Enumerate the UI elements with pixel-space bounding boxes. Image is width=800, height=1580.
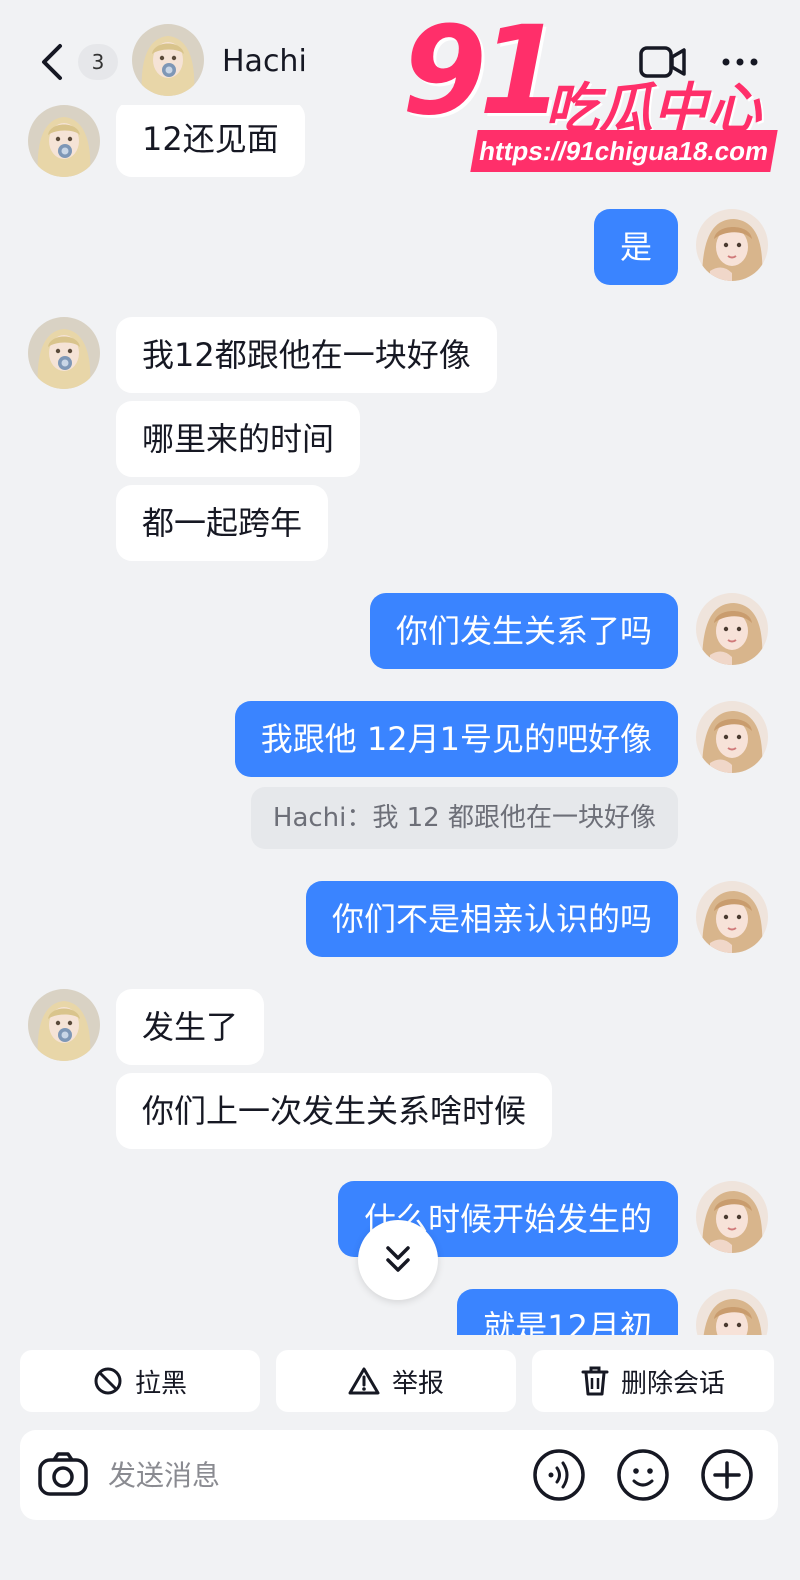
message-list[interactable]: 12还见面 是 我12都跟他在一块好像 哪里来的时间 都一起跨年 你们发生关系了… — [0, 105, 800, 1335]
incoming-message[interactable]: 都一起跨年 — [116, 485, 329, 561]
contact-avatar-small[interactable] — [28, 317, 100, 389]
emoji-icon[interactable] — [616, 1448, 670, 1502]
incoming-message[interactable]: 哪里来的时间 — [116, 401, 361, 477]
double-chevron-down-icon — [386, 1246, 410, 1272]
watermark-url: https://91chigua18.com — [470, 130, 778, 172]
contact-avatar-small[interactable] — [28, 989, 100, 1061]
block-icon — [94, 1367, 122, 1395]
own-avatar[interactable] — [696, 881, 768, 953]
message-composer — [20, 1430, 778, 1520]
incoming-message[interactable]: 12还见面 — [116, 105, 305, 177]
own-avatar[interactable] — [696, 701, 768, 773]
conversation-actions: 拉黑 举报 删除会话 — [0, 1340, 800, 1420]
unread-count-badge: 3 — [78, 44, 118, 80]
delete-conversation-button[interactable]: 删除会话 — [532, 1350, 774, 1412]
incoming-message[interactable]: 你们上一次发生关系啥时候 — [116, 1073, 553, 1149]
contact-avatar[interactable] — [132, 24, 204, 96]
block-label: 拉黑 — [134, 1368, 187, 1399]
report-button[interactable]: 举报 — [276, 1350, 516, 1412]
own-avatar[interactable] — [696, 209, 768, 281]
voice-message-icon[interactable] — [532, 1448, 586, 1502]
watermark-number: 91 — [402, 0, 564, 142]
outgoing-message[interactable]: 就是12月初 — [457, 1289, 678, 1335]
own-avatar[interactable] — [696, 593, 768, 665]
block-button[interactable]: 拉黑 — [20, 1350, 260, 1412]
incoming-message[interactable]: 发生了 — [116, 989, 265, 1065]
own-avatar[interactable] — [696, 1289, 768, 1335]
own-avatar[interactable] — [696, 1181, 768, 1253]
outgoing-message[interactable]: 我跟他 12月1号见的吧好像 — [234, 701, 678, 777]
chevron-left-icon[interactable] — [34, 40, 70, 84]
contact-name[interactable]: Hachi — [222, 44, 307, 79]
report-label: 举报 — [391, 1368, 444, 1399]
camera-icon[interactable] — [36, 1448, 90, 1502]
plus-icon[interactable] — [700, 1448, 754, 1502]
quoted-reply[interactable]: Hachi：我 12 都跟他在一块好像 — [250, 787, 678, 849]
contact-avatar-small[interactable] — [28, 105, 100, 177]
watermark: 91 吃瓜中心 https://91chigua18.com — [400, 0, 785, 172]
outgoing-message[interactable]: 你们不是相亲认识的吗 — [305, 881, 678, 957]
trash-icon — [581, 1366, 609, 1396]
outgoing-message[interactable]: 是 — [594, 209, 679, 285]
message-input[interactable] — [108, 1448, 508, 1502]
scroll-to-bottom-button[interactable] — [358, 1220, 438, 1300]
outgoing-message[interactable]: 你们发生关系了吗 — [369, 593, 678, 669]
delete-conversation-label: 删除会话 — [620, 1368, 725, 1399]
warning-icon — [348, 1367, 380, 1395]
incoming-message[interactable]: 我12都跟他在一块好像 — [116, 317, 497, 393]
